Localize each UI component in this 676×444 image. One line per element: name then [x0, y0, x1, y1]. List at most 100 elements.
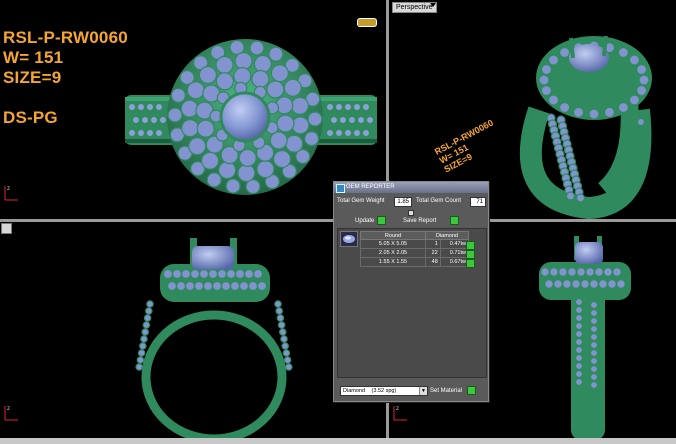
- gem-stone: [589, 340, 599, 350]
- gem-stone: [588, 108, 600, 120]
- gem-stone: [607, 279, 617, 289]
- svg-text:z: z: [396, 406, 399, 412]
- update-button-label: Update: [355, 218, 375, 225]
- gem-stone: [143, 314, 152, 322]
- gem-stone: [547, 54, 560, 66]
- gem-stone: [277, 321, 286, 329]
- ring-code: RSL-P-RW0060: [3, 28, 128, 47]
- gem-stone: [334, 128, 344, 138]
- ring-info: RSL-P-RW0060 W= 151 SIZE=9 DS-PG: [3, 28, 128, 128]
- set-material-label: Set Material: [430, 388, 463, 395]
- gem-stone: [136, 102, 146, 112]
- gem-stone: [193, 280, 205, 292]
- axis-triad-icon: z: [393, 406, 407, 421]
- gem-stone: [285, 134, 304, 153]
- gem-stone: [361, 102, 371, 112]
- view-cube-icon[interactable]: [357, 18, 377, 27]
- gem-stone: [574, 313, 584, 323]
- gem-stone: [225, 178, 241, 194]
- gem-stone: [229, 280, 241, 292]
- table-row[interactable]: 1.55 X 1.55 48 0.67tw: [360, 257, 470, 267]
- gem-stone: [238, 280, 250, 292]
- gem-stone: [256, 160, 275, 179]
- gem-stone: [136, 128, 146, 138]
- gem-stone: [166, 280, 178, 292]
- gem-stone: [574, 353, 584, 363]
- gem-stone: [585, 267, 595, 277]
- gem-stone: [352, 102, 362, 112]
- set-material-button[interactable]: Set Material: [430, 386, 477, 396]
- table-row[interactable]: 5.05 X 5.05 1 0.47tw: [360, 239, 470, 249]
- gem-stone: [559, 101, 571, 114]
- gem-stone: [567, 267, 577, 277]
- gem-stone: [574, 297, 584, 307]
- viewport-menu-icon[interactable]: [1, 223, 12, 234]
- gem-stone: [131, 115, 141, 125]
- gem-stone: [352, 128, 362, 138]
- table-row[interactable]: 2.05 X 2.05 22 0.71tw: [360, 248, 470, 258]
- gem-stone: [276, 314, 285, 322]
- gem-stone: [635, 84, 648, 97]
- gem-stone: [149, 115, 159, 125]
- save-report-button[interactable]: Save Report: [403, 216, 460, 225]
- gem-stone: [338, 115, 348, 125]
- gem-stone: [562, 279, 572, 289]
- material-select[interactable]: Diamond (3.52 spg) ▼: [340, 386, 428, 396]
- gem-stone: [565, 191, 576, 201]
- gem-stone: [612, 267, 622, 277]
- gem-stone: [180, 99, 199, 118]
- total-count-field[interactable]: 71: [470, 197, 486, 207]
- axis-triad-icon: z: [4, 406, 18, 421]
- go-arrow-icon: [450, 216, 460, 225]
- material-select-sg: (3.52 spg): [371, 388, 397, 394]
- total-count-label: Total Gem Count: [416, 198, 462, 204]
- gem-thumbnail[interactable]: [340, 231, 358, 247]
- gem-stone: [234, 51, 253, 71]
- gem-stone: [198, 268, 210, 280]
- gem-stone: [574, 377, 584, 387]
- row-go-button[interactable]: [466, 250, 475, 259]
- gem-stone: [628, 54, 641, 66]
- gem-stone: [616, 279, 626, 289]
- viewport-top[interactable]: RSL-P-RW0060 W= 151 SIZE=9 DS-PG z: [0, 0, 386, 219]
- gem-stone: [145, 102, 155, 112]
- gem-table-header: Round Diamond: [360, 231, 469, 240]
- row-go-button[interactable]: [466, 259, 475, 268]
- gem-stone: [275, 307, 284, 315]
- gem-stone: [206, 172, 222, 188]
- ring-metal: DS-PG: [3, 108, 58, 127]
- gem-stone: [571, 279, 581, 289]
- gem-stone: [347, 115, 357, 125]
- gem-stone: [268, 46, 284, 62]
- row-go-button[interactable]: [466, 241, 475, 250]
- gem-reporter-titlebar[interactable]: GEM REPORTER: [334, 182, 488, 193]
- total-weight-field[interactable]: 1.85: [394, 197, 412, 207]
- gem-size: 1.55 X 1.55: [360, 257, 426, 267]
- gem-stone: [329, 115, 339, 125]
- gem-stone: [572, 106, 585, 118]
- gem-size: 2.05 X 2.05: [360, 248, 426, 258]
- gem-stone: [274, 300, 282, 308]
- gem-stone: [181, 119, 200, 138]
- gem-stone: [237, 163, 256, 183]
- gem-stone: [225, 268, 237, 280]
- gem-weight: 0.67tw: [439, 257, 470, 267]
- gem-list[interactable]: Round Diamond 5.05 X 5.05 1 0.47tw 2.05 …: [337, 228, 487, 378]
- update-button[interactable]: Update: [355, 216, 387, 225]
- gem-stone: [272, 149, 292, 169]
- gem-stone: [136, 356, 145, 364]
- gem-stone: [365, 115, 375, 125]
- gem-stone: [276, 114, 295, 133]
- gem-stone: [589, 324, 599, 334]
- viewport-front[interactable]: z: [0, 222, 386, 444]
- gem-reporter-panel[interactable]: GEM REPORTER Total Gem Weight 1.85 Total…: [333, 181, 489, 402]
- gem-stone: [256, 280, 268, 292]
- chevron-down-icon[interactable]: ▼: [419, 387, 427, 395]
- gem-stone: [139, 342, 147, 350]
- gem-stone: [540, 63, 553, 76]
- chevron-down-icon[interactable]: [430, 3, 436, 7]
- gem-stone: [284, 363, 293, 371]
- gem-stone: [140, 115, 150, 125]
- svg-text:z: z: [7, 186, 10, 192]
- gem-stone: [559, 46, 571, 59]
